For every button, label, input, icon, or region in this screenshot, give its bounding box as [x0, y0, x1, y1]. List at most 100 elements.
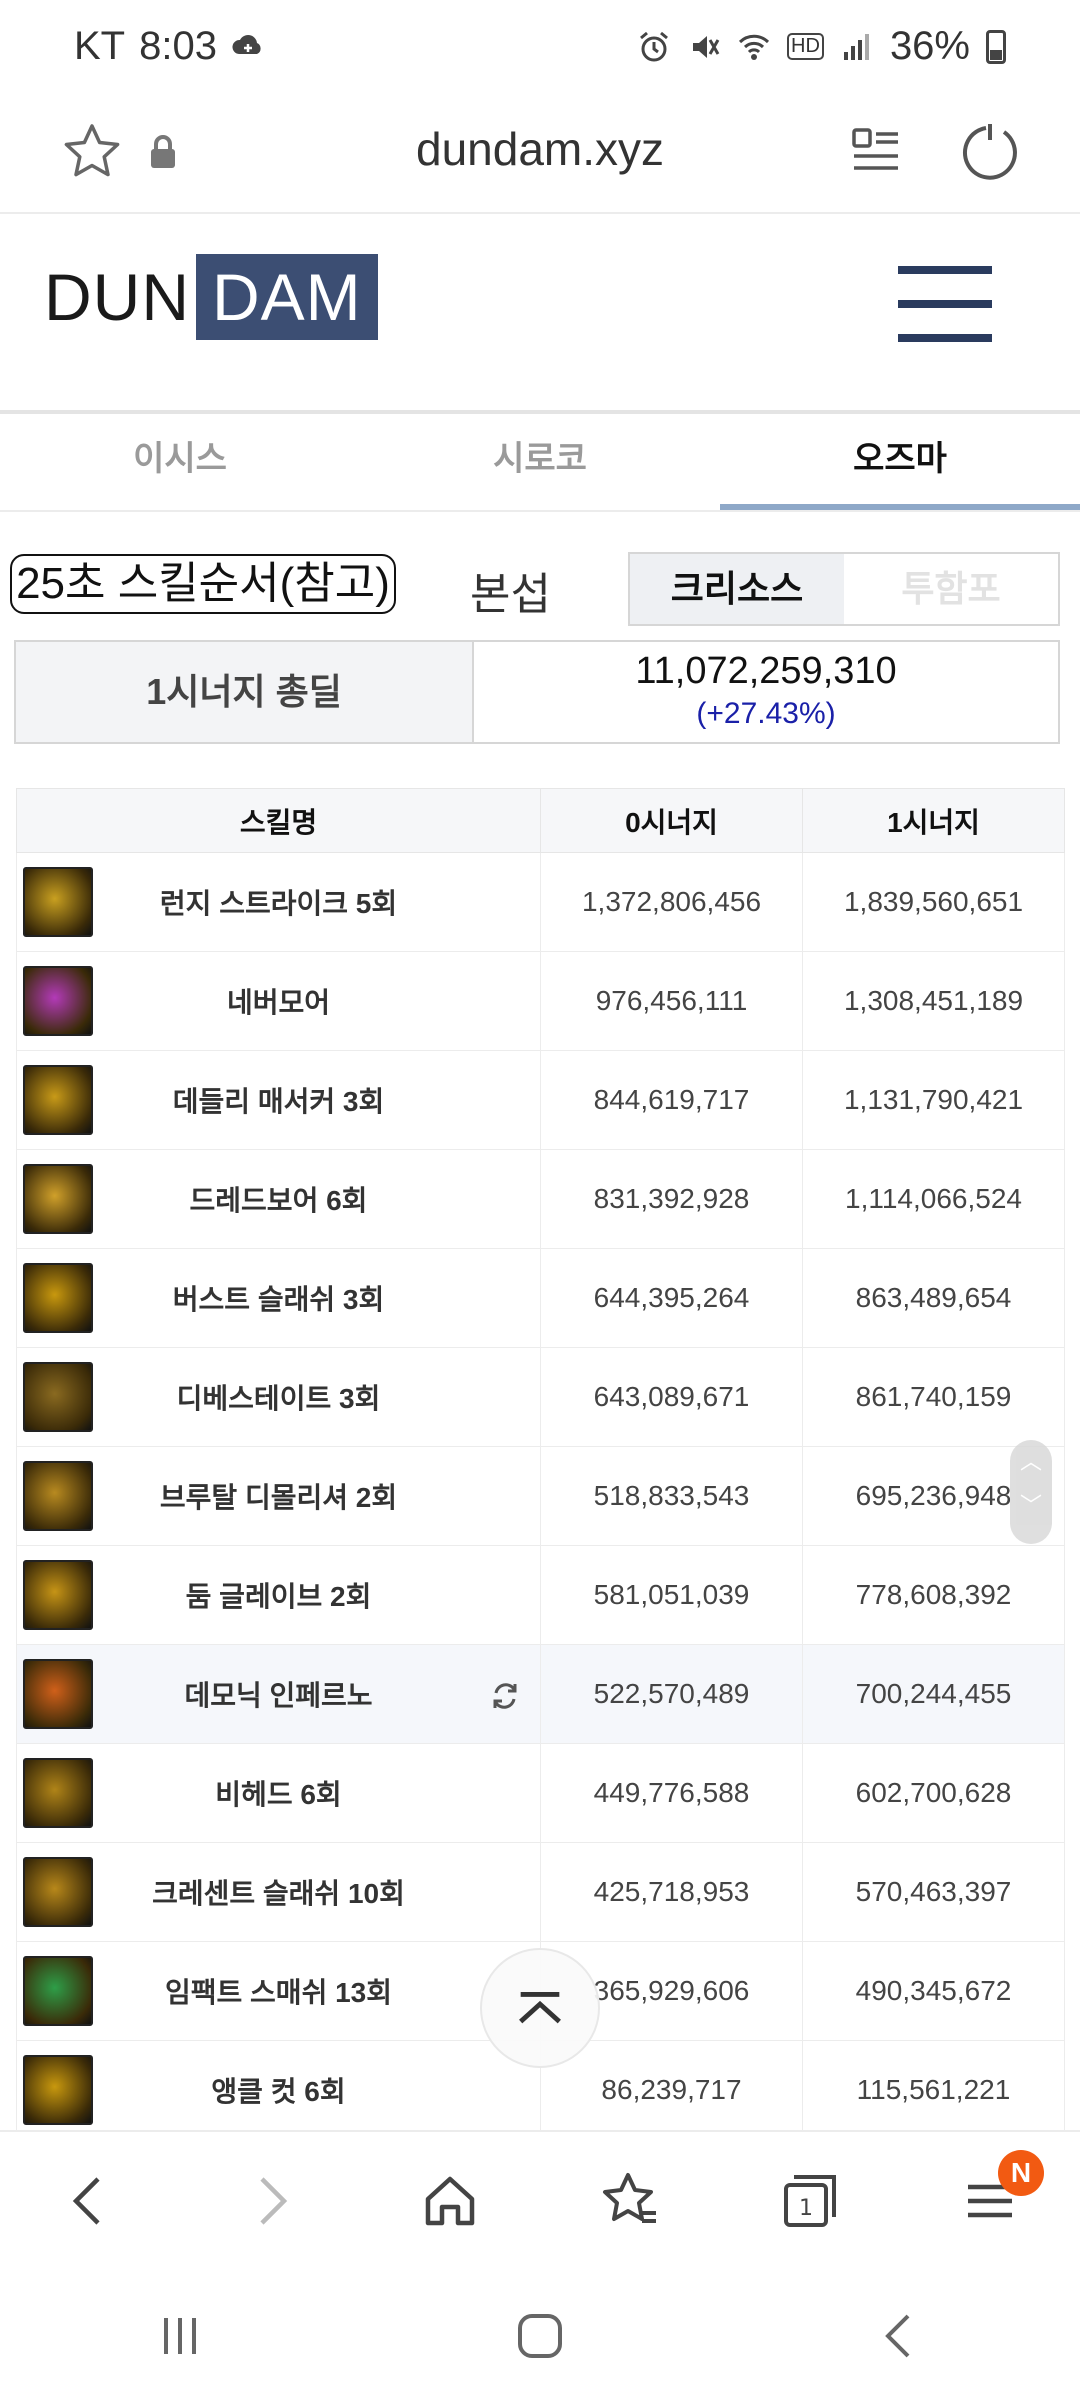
tab-sirocco[interactable]: 시로코	[360, 416, 720, 510]
system-back-icon	[885, 2314, 910, 2358]
table-row[interactable]: 데들리 매서커 3회 844,619,717 1,131,790,421	[16, 1050, 1065, 1150]
header-synergy-1: 1시너지	[802, 788, 1065, 853]
skill-name: 둠 글레이브 2회	[185, 1581, 372, 1612]
synergy-1-value: 700,244,455	[802, 1644, 1065, 1744]
synergy-0-value: 644,395,264	[540, 1248, 803, 1348]
tabs-button[interactable]: 1	[720, 2132, 900, 2270]
table-row[interactable]: 드레드보어 6회 831,392,928 1,114,066,524	[16, 1149, 1065, 1249]
total-damage-value: 11,072,259,310	[635, 650, 897, 692]
synergy-1-value: 1,308,451,189	[802, 951, 1065, 1051]
nevermore-icon	[23, 966, 93, 1036]
scroll-top-icon	[519, 1992, 561, 2024]
synergy-0-value: 976,456,111	[540, 951, 803, 1051]
synergy-1-value: 1,839,560,651	[802, 852, 1065, 952]
system-home-icon	[518, 2314, 562, 2358]
browser-address-bar: dundam.xyz	[0, 100, 1080, 214]
table-body: 런지 스트라이크 5회 1,372,806,456 1,839,560,651 네버모…	[16, 852, 1065, 2140]
skill-name: 버스트 슬래쉬 3회	[172, 1284, 385, 1315]
synergy-0-value: 518,833,543	[540, 1446, 803, 1546]
skill-name-cell: 브루탈 디몰리셔 2회	[16, 1446, 541, 1546]
synergy-1-value: 570,463,397	[802, 1842, 1065, 1942]
skill-name: 브루탈 디몰리셔 2회	[159, 1482, 398, 1513]
tabs-icon: 1	[784, 2175, 836, 2227]
skill-name-cell: 임팩트 스매쉬 13회	[16, 1941, 541, 2041]
wifi-icon	[738, 34, 770, 60]
logo-text-right: DAM	[196, 254, 378, 340]
menu-button[interactable]: N	[900, 2132, 1080, 2270]
skill-name: 런지 스트라이크 5회	[159, 888, 398, 919]
skill-name-cell: 버스트 슬래쉬 3회	[16, 1248, 541, 1348]
option-crisource[interactable]: 크리소스	[630, 554, 844, 624]
skill-name-cell: 크레센트 슬래쉬 10회	[16, 1842, 541, 1942]
hd-badge: HD	[787, 33, 824, 60]
table-row[interactable]: 네버모어 976,456,111 1,308,451,189	[16, 951, 1065, 1051]
skill-name: 디베스테이트 3회	[176, 1383, 381, 1414]
forward-button[interactable]	[180, 2132, 360, 2270]
skill-name: 네버모어	[226, 987, 331, 1018]
synergy-1-value: 1,114,066,524	[802, 1149, 1065, 1249]
synergy-0-value: 643,089,671	[540, 1347, 803, 1447]
brutal-demolisher-icon	[23, 1461, 93, 1531]
scroll-handle[interactable]: ︿ ﹀	[1010, 1440, 1052, 1544]
table-row[interactable]: 크레센트 슬래쉬 10회 425,718,953 570,463,397	[16, 1842, 1065, 1942]
scroll-to-top-button[interactable]	[480, 1948, 600, 2068]
home-button[interactable]	[360, 2132, 540, 2270]
recent-apps-icon	[164, 2318, 196, 2354]
synergy-1-value: 115,561,221	[802, 2040, 1065, 2140]
synergy-0-value: 1,372,806,456	[540, 852, 803, 952]
skill-name-cell: 데모닉 인페르노	[16, 1644, 541, 1744]
hamburger-menu-icon[interactable]	[898, 266, 992, 342]
skill-order-button[interactable]: 25초 스킬순서(참고)	[10, 554, 396, 614]
skill-name-cell: 네버모어	[16, 951, 541, 1051]
system-back-button[interactable]	[720, 2272, 1080, 2400]
table-row[interactable]: 버스트 슬래쉬 3회 644,395,264 863,489,654	[16, 1248, 1065, 1348]
system-navigation-bar	[0, 2272, 1080, 2400]
status-bar: KT 8:03 HD 36%	[0, 0, 1080, 100]
tab-ozma[interactable]: 오즈마	[720, 416, 1080, 510]
reload-icon[interactable]	[958, 120, 1022, 184]
swap-refresh-icon[interactable]	[488, 1679, 522, 1713]
lunge-strike-icon	[23, 867, 93, 937]
server-tabs: 이시스 시로코 오즈마	[0, 416, 1080, 512]
back-arrow-icon	[72, 2177, 100, 2225]
reader-mode-icon[interactable]	[846, 122, 906, 182]
table-row[interactable]: 비헤드 6회 449,776,588 602,700,628	[16, 1743, 1065, 1843]
site-logo[interactable]: DUN DAM	[44, 254, 378, 340]
battery-icon	[986, 29, 1006, 64]
table-row[interactable]: 디베스테이트 3회 643,089,671 861,740,159	[16, 1347, 1065, 1447]
battery-percent: 36%	[889, 24, 970, 68]
impact-smash-icon	[23, 1956, 93, 2026]
url-text[interactable]: dundam.xyz	[0, 122, 1080, 176]
skill-name: 데들리 매서커 3회	[172, 1086, 385, 1117]
skill-name: 크레센트 슬래쉬 10회	[152, 1878, 405, 1909]
bookmarks-button[interactable]	[540, 2132, 720, 2270]
skill-name: 데모닉 인페르노	[184, 1680, 373, 1711]
server-mode-label: 본섭	[470, 570, 551, 619]
skill-name: 드레드보어 6회	[189, 1185, 368, 1216]
bookmarks-star-icon	[603, 2173, 656, 2223]
total-damage-label: 1시너지 총딜	[16, 642, 474, 742]
status-right: HD 36%	[637, 24, 1006, 69]
demonic-inferno-icon	[23, 1659, 93, 1729]
back-button[interactable]	[0, 2132, 180, 2270]
table-row[interactable]: 둠 글레이브 2회 581,051,039 778,608,392	[16, 1545, 1065, 1645]
synergy-0-value: 581,051,039	[540, 1545, 803, 1645]
recent-apps-button[interactable]	[0, 2272, 360, 2400]
crescent-slash-icon	[23, 1857, 93, 1927]
table-row[interactable]: 런지 스트라이크 5회 1,372,806,456 1,839,560,651	[16, 852, 1065, 952]
option-tuhampo[interactable]: 투함포	[844, 554, 1058, 624]
synergy-0-value: 449,776,588	[540, 1743, 803, 1843]
synergy-1-value: 778,608,392	[802, 1545, 1065, 1645]
skill-name-cell: 비헤드 6회	[16, 1743, 541, 1843]
table-row[interactable]: 브루탈 디몰리셔 2회 518,833,543 695,236,948	[16, 1446, 1065, 1546]
deadly-massacre-icon	[23, 1065, 93, 1135]
ankle-cut-icon	[23, 2055, 93, 2125]
table-row[interactable]: 데모닉 인페르노 522,570,489 700,244,455	[16, 1644, 1065, 1744]
system-home-button[interactable]	[360, 2272, 720, 2400]
synergy-1-value: 1,131,790,421	[802, 1050, 1065, 1150]
synergy-0-value: 831,392,928	[540, 1149, 803, 1249]
synergy-0-value: 522,570,489	[540, 1644, 803, 1744]
synergy-1-value: 861,740,159	[802, 1347, 1065, 1447]
tab-isis[interactable]: 이시스	[0, 416, 360, 510]
status-left: KT 8:03	[74, 24, 265, 69]
